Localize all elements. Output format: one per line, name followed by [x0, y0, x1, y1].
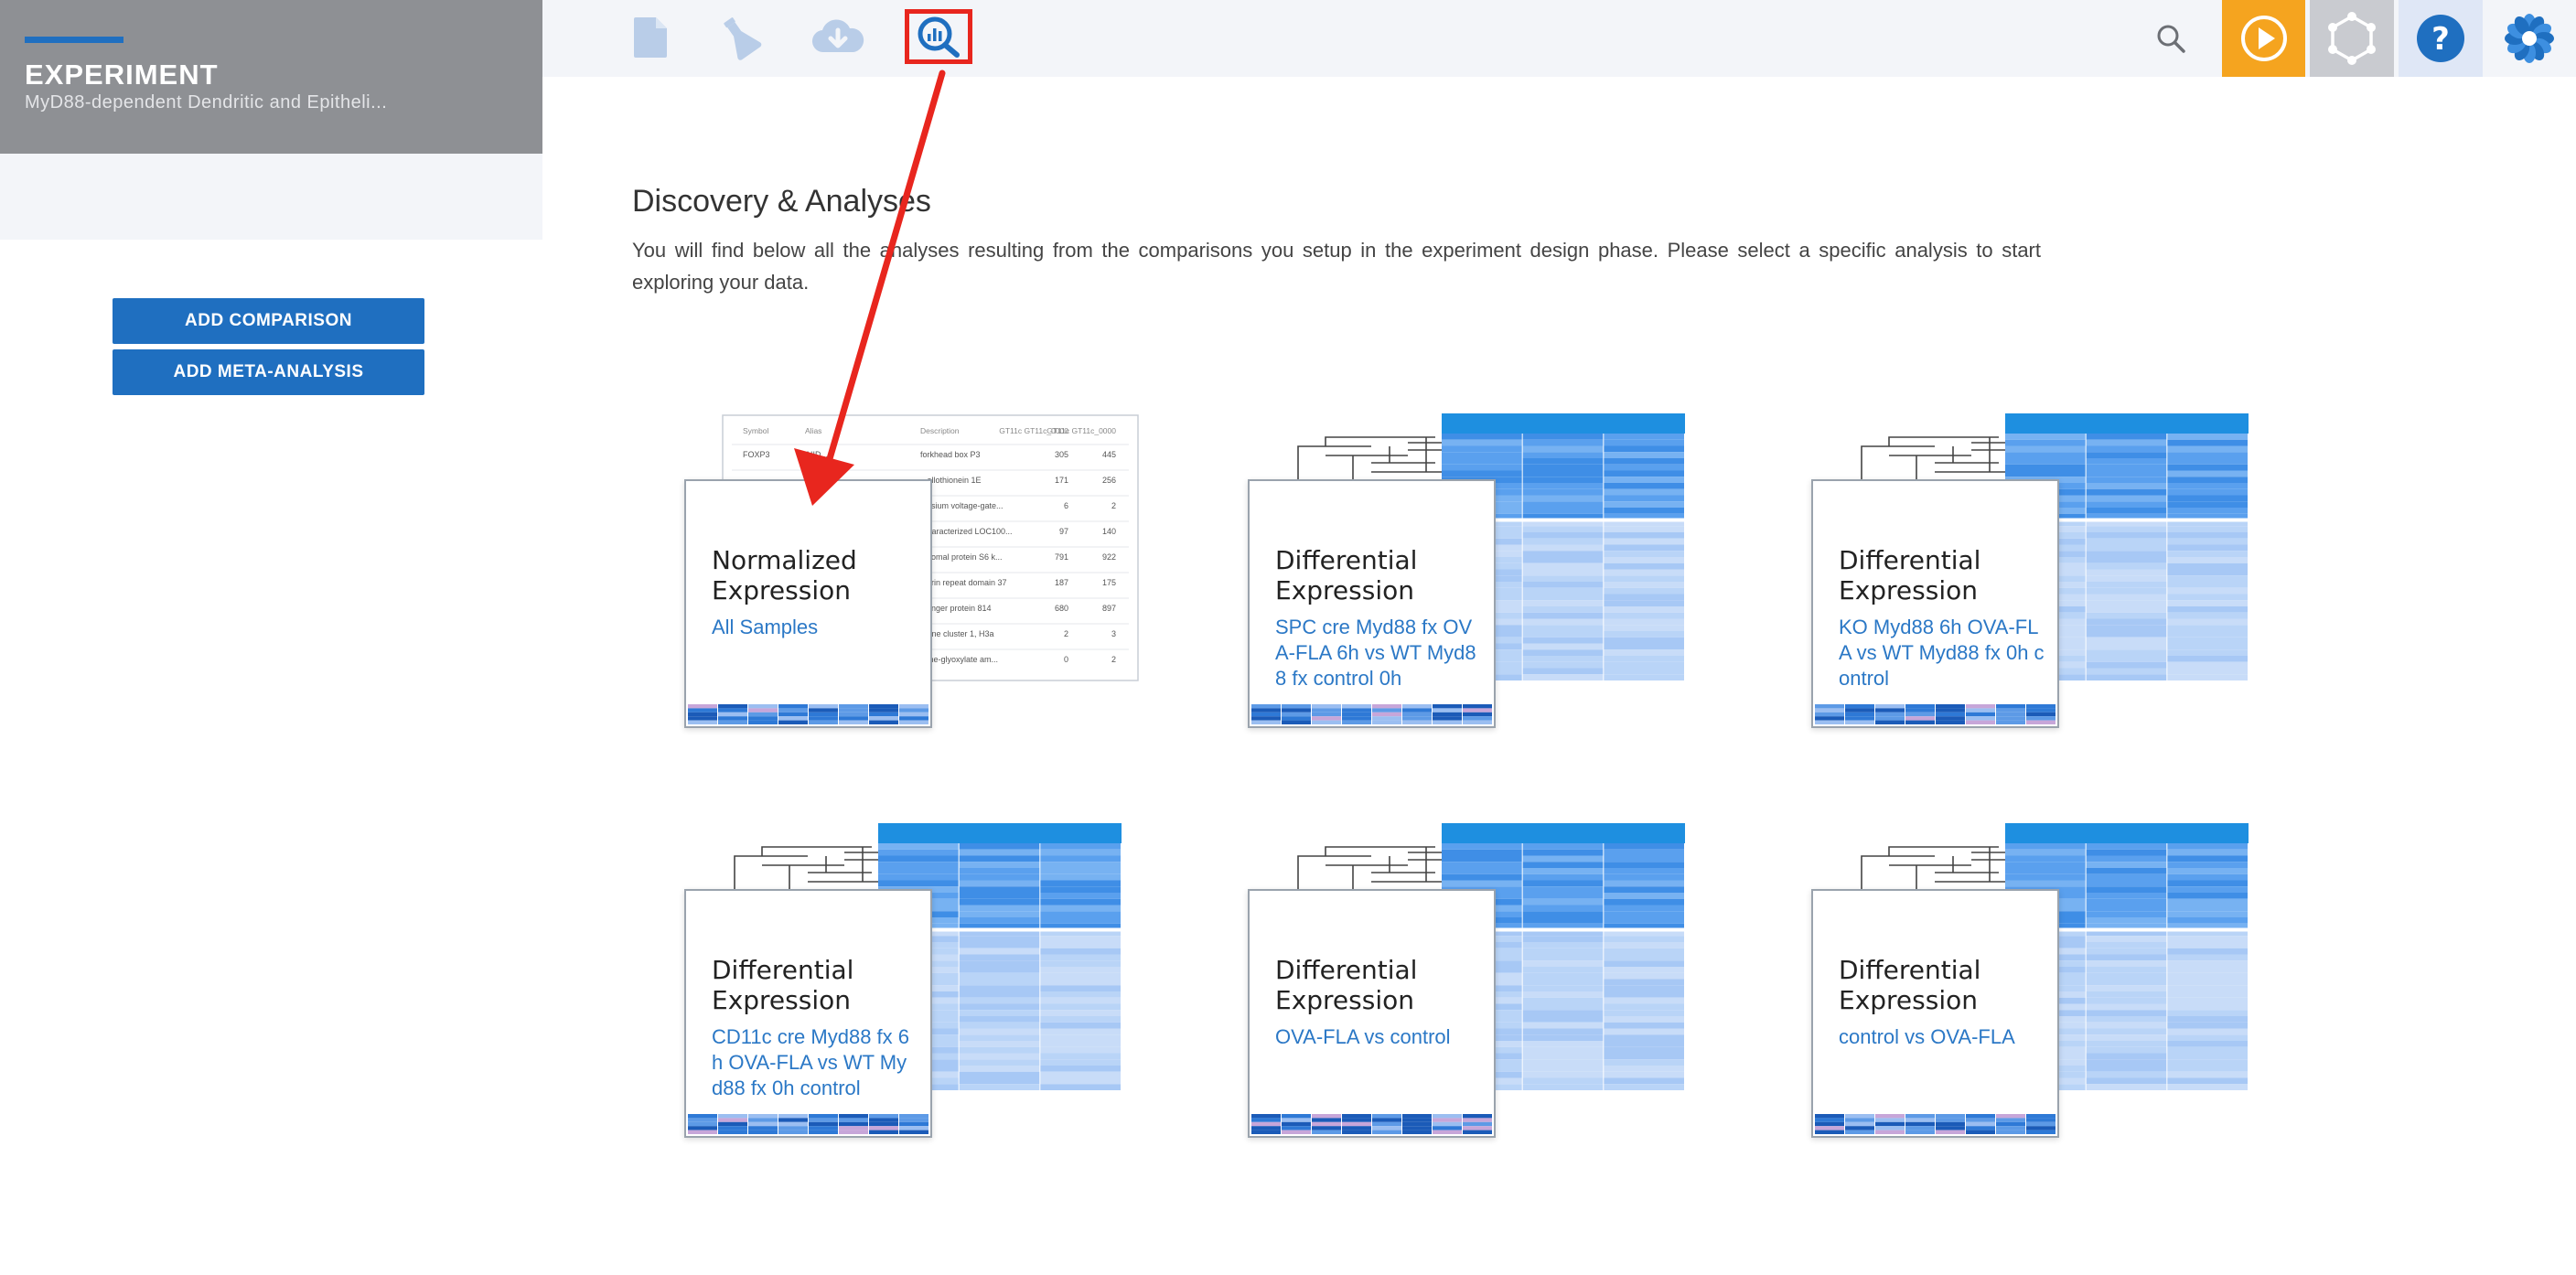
svg-text:2: 2	[1111, 655, 1116, 664]
document-icon[interactable]	[620, 7, 681, 68]
svg-text:?: ?	[2431, 21, 2450, 58]
analysis-card-front[interactable]: Differential Expression OVA-FLA vs contro…	[1248, 889, 1496, 1138]
analysis-card[interactable]: Differential Expression OVA-FLA vs contro…	[1248, 823, 1833, 1138]
accent-bar	[25, 37, 123, 43]
analysis-card-front[interactable]: Differential Expression control vs OVA-FL…	[1811, 889, 2059, 1138]
app-root: EXPERIMENT MyD88-dependent Dendritic and…	[0, 0, 2576, 1275]
analysis-card-link[interactable]: control vs OVA-FLA	[1839, 1024, 2045, 1050]
page-title: Discovery & Analyses	[632, 184, 931, 219]
svg-text:...ssium voltage-gate...: ...ssium voltage-gate...	[920, 501, 1004, 510]
svg-text:...yrin repeat domain 37: ...yrin repeat domain 37	[920, 578, 1007, 587]
heatmap-strip	[1815, 704, 2055, 724]
analysis-card-title: Differential Expression	[1275, 955, 1418, 1015]
svg-text:256: 256	[1102, 476, 1116, 485]
analysis-card[interactable]: Differential Expression control vs OVA-FL…	[1811, 823, 2397, 1138]
svg-text:897: 897	[1102, 604, 1116, 613]
svg-text:2: 2	[1111, 501, 1116, 510]
cloud-download-icon[interactable]	[808, 7, 868, 68]
svg-text:445: 445	[1102, 450, 1116, 459]
svg-text:922: 922	[1102, 552, 1116, 562]
analysis-card-front[interactable]: Differential Expression SPC cre Myd88 fx …	[1248, 479, 1496, 728]
experiment-subtitle: MyD88-dependent Dendritic and Epitheli..…	[25, 92, 388, 112]
search-icon[interactable]	[2143, 0, 2198, 77]
svg-text:791: 791	[1055, 552, 1068, 562]
analysis-card-link[interactable]: SPC cre Myd88 fx OVA-FLA 6h vs WT Myd88 …	[1275, 615, 1481, 691]
heatmap-strip	[688, 704, 928, 724]
heatmap-strip	[1251, 1114, 1492, 1134]
analysis-card-front[interactable]: Normalized Expression All Samples	[684, 479, 932, 728]
play-icon[interactable]	[2222, 0, 2305, 77]
svg-text:FOXP3: FOXP3	[743, 450, 770, 459]
analysis-card-front[interactable]: Differential Expression KO Myd88 6h OVA-F…	[1811, 479, 2059, 728]
svg-text:6: 6	[1064, 501, 1068, 510]
svg-text:GT11c GT11c_0000: GT11c GT11c_0000	[1046, 426, 1116, 435]
svg-text:140: 140	[1102, 527, 1116, 536]
svg-text:...somal protein S6 k...: ...somal protein S6 k...	[920, 552, 1003, 562]
analysis-card-link[interactable]: OVA-FLA vs control	[1275, 1024, 1481, 1050]
page-description: You will find below all the analyses res…	[632, 239, 2041, 294]
svg-text:0: 0	[1064, 655, 1068, 664]
svg-text:305: 305	[1055, 450, 1068, 459]
svg-text:187: 187	[1055, 578, 1068, 587]
logo-icon[interactable]	[2483, 0, 2576, 77]
svg-text:Description: Description	[920, 426, 960, 435]
analysis-card[interactable]: Differential Expression SPC cre Myd88 fx …	[1248, 413, 1833, 728]
analysis-card-title: Differential Expression	[712, 955, 854, 1015]
analysis-card[interactable]: Differential Expression KO Myd88 6h OVA-F…	[1811, 413, 2397, 728]
svg-text:Symbol: Symbol	[743, 426, 768, 435]
analysis-card-title: Differential Expression	[1839, 545, 1981, 605]
svg-text:2: 2	[1064, 629, 1068, 638]
svg-text:...haracterized LOC100...: ...haracterized LOC100...	[920, 527, 1013, 536]
svg-text:forkhead box P3: forkhead box P3	[920, 450, 981, 459]
flask-icon[interactable]	[710, 7, 770, 68]
svg-text:175: 175	[1102, 578, 1116, 587]
svg-text:AIID...: AIID...	[805, 450, 828, 459]
analysis-card-link[interactable]: CD11c cre Myd88 fx 6h OVA-FLA vs WT Myd8…	[712, 1024, 918, 1101]
analysis-card-title: Normalized Expression	[712, 545, 857, 605]
svg-text:97: 97	[1059, 527, 1068, 536]
svg-text:171: 171	[1055, 476, 1068, 485]
analysis-card-link[interactable]: All Samples	[712, 615, 918, 640]
analysis-card-title: Differential Expression	[1839, 955, 1981, 1015]
analysis-card[interactable]: Differential Expression CD11c cre Myd88 f…	[684, 823, 1270, 1138]
svg-text:Alias: Alias	[805, 426, 821, 435]
svg-text:680: 680	[1055, 604, 1068, 613]
add-meta-analysis-button[interactable]: ADD META-ANALYSIS	[113, 349, 424, 395]
svg-text:3: 3	[1111, 629, 1116, 638]
help-icon[interactable]: ?	[2399, 0, 2483, 77]
network-icon[interactable]	[2310, 0, 2394, 77]
top-toolbar: ?	[542, 0, 2576, 77]
experiment-subheader	[0, 154, 542, 240]
heatmap-strip	[1815, 1114, 2055, 1134]
add-comparison-button[interactable]: ADD COMPARISON	[113, 298, 424, 344]
heatmap-strip	[688, 1114, 928, 1134]
heatmap-strip	[1251, 704, 1492, 724]
experiment-title: EXPERIMENT	[25, 59, 219, 91]
analysis-card[interactable]: Symbol Alias Description GT11c GT11c_0000 GT…	[684, 413, 1270, 728]
analysis-card-front[interactable]: Differential Expression CD11c cre Myd88 f…	[684, 889, 932, 1138]
analysis-card-link[interactable]: KO Myd88 6h OVA-FLA vs WT Myd88 fx 0h co…	[1839, 615, 2045, 691]
discovery-analysis-icon[interactable]	[905, 9, 972, 64]
experiment-header: EXPERIMENT MyD88-dependent Dendritic and…	[0, 0, 542, 154]
analysis-card-title: Differential Expression	[1275, 545, 1418, 605]
